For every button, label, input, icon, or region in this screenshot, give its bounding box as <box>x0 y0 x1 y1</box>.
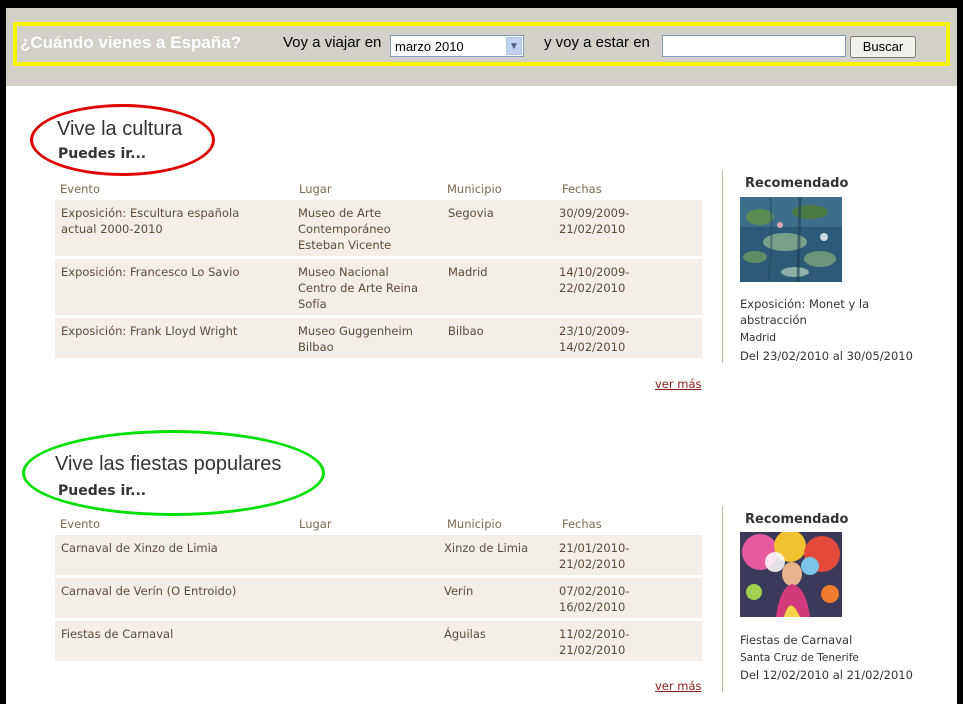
cell-fechas: 21/01/2010- 21/02/2010 <box>559 541 630 571</box>
chevron-down-icon[interactable]: ▼ <box>506 37 522 55</box>
cell-municipio: Águilas <box>444 627 486 641</box>
culture-title: Vive la cultura <box>57 118 183 140</box>
destination-input[interactable] <box>662 35 846 57</box>
stay-label: y voy a estar en <box>544 34 650 51</box>
cell-municipio: Xinzo de Limia <box>444 541 529 555</box>
cell-municipio: Segovia <box>448 206 494 220</box>
fiestas-subtitle: Puedes ir... <box>58 483 147 499</box>
cell-fechas: 14/10/2009- 22/02/2010 <box>559 265 630 295</box>
cell-fechas: 11/02/2010- 21/02/2010 <box>559 627 630 657</box>
culture-col-fechas: Fechas <box>562 182 602 196</box>
monet-painting-image[interactable] <box>740 197 842 282</box>
fiestas-divider <box>722 506 723 692</box>
fiestas-recommended-city: Santa Cruz de Tenerife <box>740 652 859 664</box>
cell-fechas: 30/09/2009- 21/02/2010 <box>559 206 630 236</box>
month-select[interactable]: marzo 2010 ▼ <box>390 35 524 57</box>
culture-col-municipio: Municipio <box>447 182 502 196</box>
cell-municipio: Verín <box>444 584 474 598</box>
culture-recommended-city: Madrid <box>740 332 777 344</box>
cell-evento[interactable]: Carnaval de Xinzo de Limia <box>61 540 218 556</box>
culture-recommended-title[interactable]: Exposición: Monet y la abstracción <box>740 296 869 328</box>
culture-recommended-heading: Recomendado <box>745 176 849 191</box>
fiestas-more-link[interactable]: ver más <box>655 679 702 693</box>
travel-label: Voy a viajar en <box>283 34 382 51</box>
fiestas-recommended-heading: Recomendado <box>745 512 849 527</box>
cell-evento[interactable]: Carnaval de Verín (O Entroido) <box>61 583 236 599</box>
culture-divider <box>722 171 723 363</box>
cell-evento[interactable]: Exposición: Francesco Lo Savio <box>61 264 240 280</box>
cell-lugar: Museo Guggenheim Bilbao <box>298 324 413 354</box>
cell-lugar: Museo de Arte Contemporáneo Esteban Vicent… <box>298 206 392 252</box>
cell-evento[interactable]: Fiestas de Carnaval <box>61 626 173 642</box>
fiestas-col-fechas: Fechas <box>562 517 602 531</box>
culture-recommended-dates: Del 23/02/2010 al 30/05/2010 <box>740 349 913 363</box>
fiestas-col-municipio: Municipio <box>447 517 502 531</box>
cell-lugar: Museo Nacional Centro de Arte Reina Sofía <box>298 265 419 311</box>
search-question: ¿Cuándo vienes a España? <box>20 33 242 52</box>
carnaval-photo-image[interactable] <box>740 532 842 617</box>
fiestas-col-evento: Evento <box>60 517 100 531</box>
cell-municipio: Madrid <box>448 265 488 279</box>
culture-more-link[interactable]: ver más <box>655 377 702 391</box>
culture-col-lugar: Lugar <box>299 182 332 196</box>
fiestas-recommended-dates: Del 12/02/2010 al 21/02/2010 <box>740 668 913 682</box>
cell-evento[interactable]: Exposición: Frank Lloyd Wright <box>61 323 237 339</box>
culture-col-evento: Evento <box>60 182 100 196</box>
cell-municipio: Bilbao <box>448 324 484 338</box>
cell-fechas: 07/02/2010- 16/02/2010 <box>559 584 630 614</box>
month-select-value: marzo 2010 <box>395 39 464 54</box>
search-button[interactable]: Buscar <box>850 36 916 58</box>
fiestas-col-lugar: Lugar <box>299 517 332 531</box>
cell-evento[interactable]: Exposición: Escultura española actual 200… <box>61 205 239 237</box>
culture-subtitle: Puedes ir... <box>58 146 147 162</box>
fiestas-title: Vive las fiestas populares <box>55 453 282 475</box>
cell-fechas: 23/10/2009- 14/02/2010 <box>559 324 630 354</box>
fiestas-recommended-title[interactable]: Fiestas de Carnaval <box>740 632 852 648</box>
